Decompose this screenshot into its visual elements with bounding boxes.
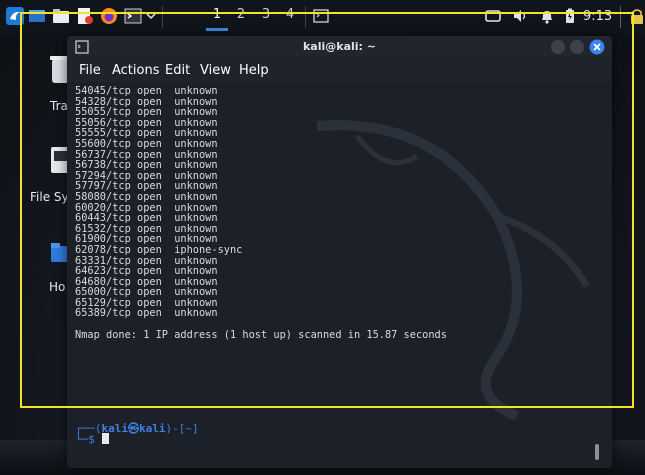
desktop-icon[interactable] bbox=[28, 7, 46, 25]
workspace-1[interactable]: 1 bbox=[209, 7, 225, 22]
terminal-titlebar[interactable]: kali@kali: ~ bbox=[67, 36, 612, 58]
display-icon[interactable] bbox=[484, 7, 502, 25]
prompt-symbol: └─$ bbox=[75, 433, 95, 446]
menu-view[interactable]: View bbox=[200, 63, 231, 78]
text-cursor bbox=[101, 433, 109, 444]
prompt-second-line[interactable]: └─$ bbox=[75, 433, 109, 446]
output-line: 58080/tcp open unknown bbox=[75, 190, 218, 203]
output-line: 62078/tcp open iphone-sync bbox=[75, 243, 243, 256]
notification-bell-icon[interactable] bbox=[538, 7, 556, 25]
output-line: 65389/tcp open unknown bbox=[75, 307, 218, 320]
output-line: 54045/tcp open unknown bbox=[75, 85, 218, 97]
menu-edit[interactable]: Edit bbox=[165, 63, 190, 78]
menu-actions[interactable]: Actions bbox=[112, 63, 160, 78]
prompt-path: )-[~] bbox=[165, 422, 199, 435]
firefox-icon[interactable] bbox=[100, 7, 118, 25]
taskbar-separator bbox=[305, 6, 306, 28]
prompt-user-host: kali㉿kali bbox=[101, 422, 166, 435]
desktop-icon-label: Ho bbox=[49, 280, 66, 294]
minimize-icon[interactable] bbox=[550, 39, 566, 55]
workspace-2[interactable]: 2 bbox=[233, 7, 249, 22]
window-icon[interactable] bbox=[312, 7, 330, 25]
nmap-summary-line: Nmap done: 1 IP address (1 host up) scan… bbox=[75, 328, 447, 341]
desktop-icon-label: Tra bbox=[50, 99, 68, 113]
maximize-icon[interactable] bbox=[569, 39, 585, 55]
menu-file[interactable]: File bbox=[79, 63, 101, 78]
taskbar-separator bbox=[162, 6, 163, 28]
text-editor-icon[interactable] bbox=[76, 7, 94, 25]
workspace-4[interactable]: 4 bbox=[282, 7, 298, 22]
battery-icon[interactable] bbox=[561, 7, 579, 25]
clock[interactable]: 9:13 bbox=[583, 9, 612, 24]
terminal-icon[interactable] bbox=[124, 7, 142, 25]
file-manager-icon[interactable] bbox=[52, 7, 70, 25]
volume-icon[interactable] bbox=[512, 7, 530, 25]
taskbar: 1 2 3 4 9:13 bbox=[0, 0, 645, 34]
kali-menu-icon[interactable] bbox=[6, 7, 24, 25]
window-title: kali@kali: ~ bbox=[302, 40, 376, 53]
close-icon[interactable] bbox=[589, 39, 605, 55]
taskbar-separator bbox=[620, 6, 621, 28]
desktop-icon-label: File Sy bbox=[30, 190, 69, 204]
terminal-window[interactable]: kali@kali: ~ File Actions Edit View Help… bbox=[67, 36, 612, 468]
active-workspace-indicator bbox=[206, 28, 228, 31]
scrollbar[interactable] bbox=[595, 444, 599, 460]
output-line: 55600/tcp open unknown bbox=[75, 137, 218, 150]
menu-help[interactable]: Help bbox=[239, 63, 269, 78]
lock-icon[interactable] bbox=[628, 7, 645, 25]
terminal-output[interactable]: 54045/tcp open unknown 54328/tcp open un… bbox=[75, 86, 595, 340]
chevron-down-icon[interactable] bbox=[145, 7, 157, 25]
workspace-3[interactable]: 3 bbox=[258, 7, 274, 22]
